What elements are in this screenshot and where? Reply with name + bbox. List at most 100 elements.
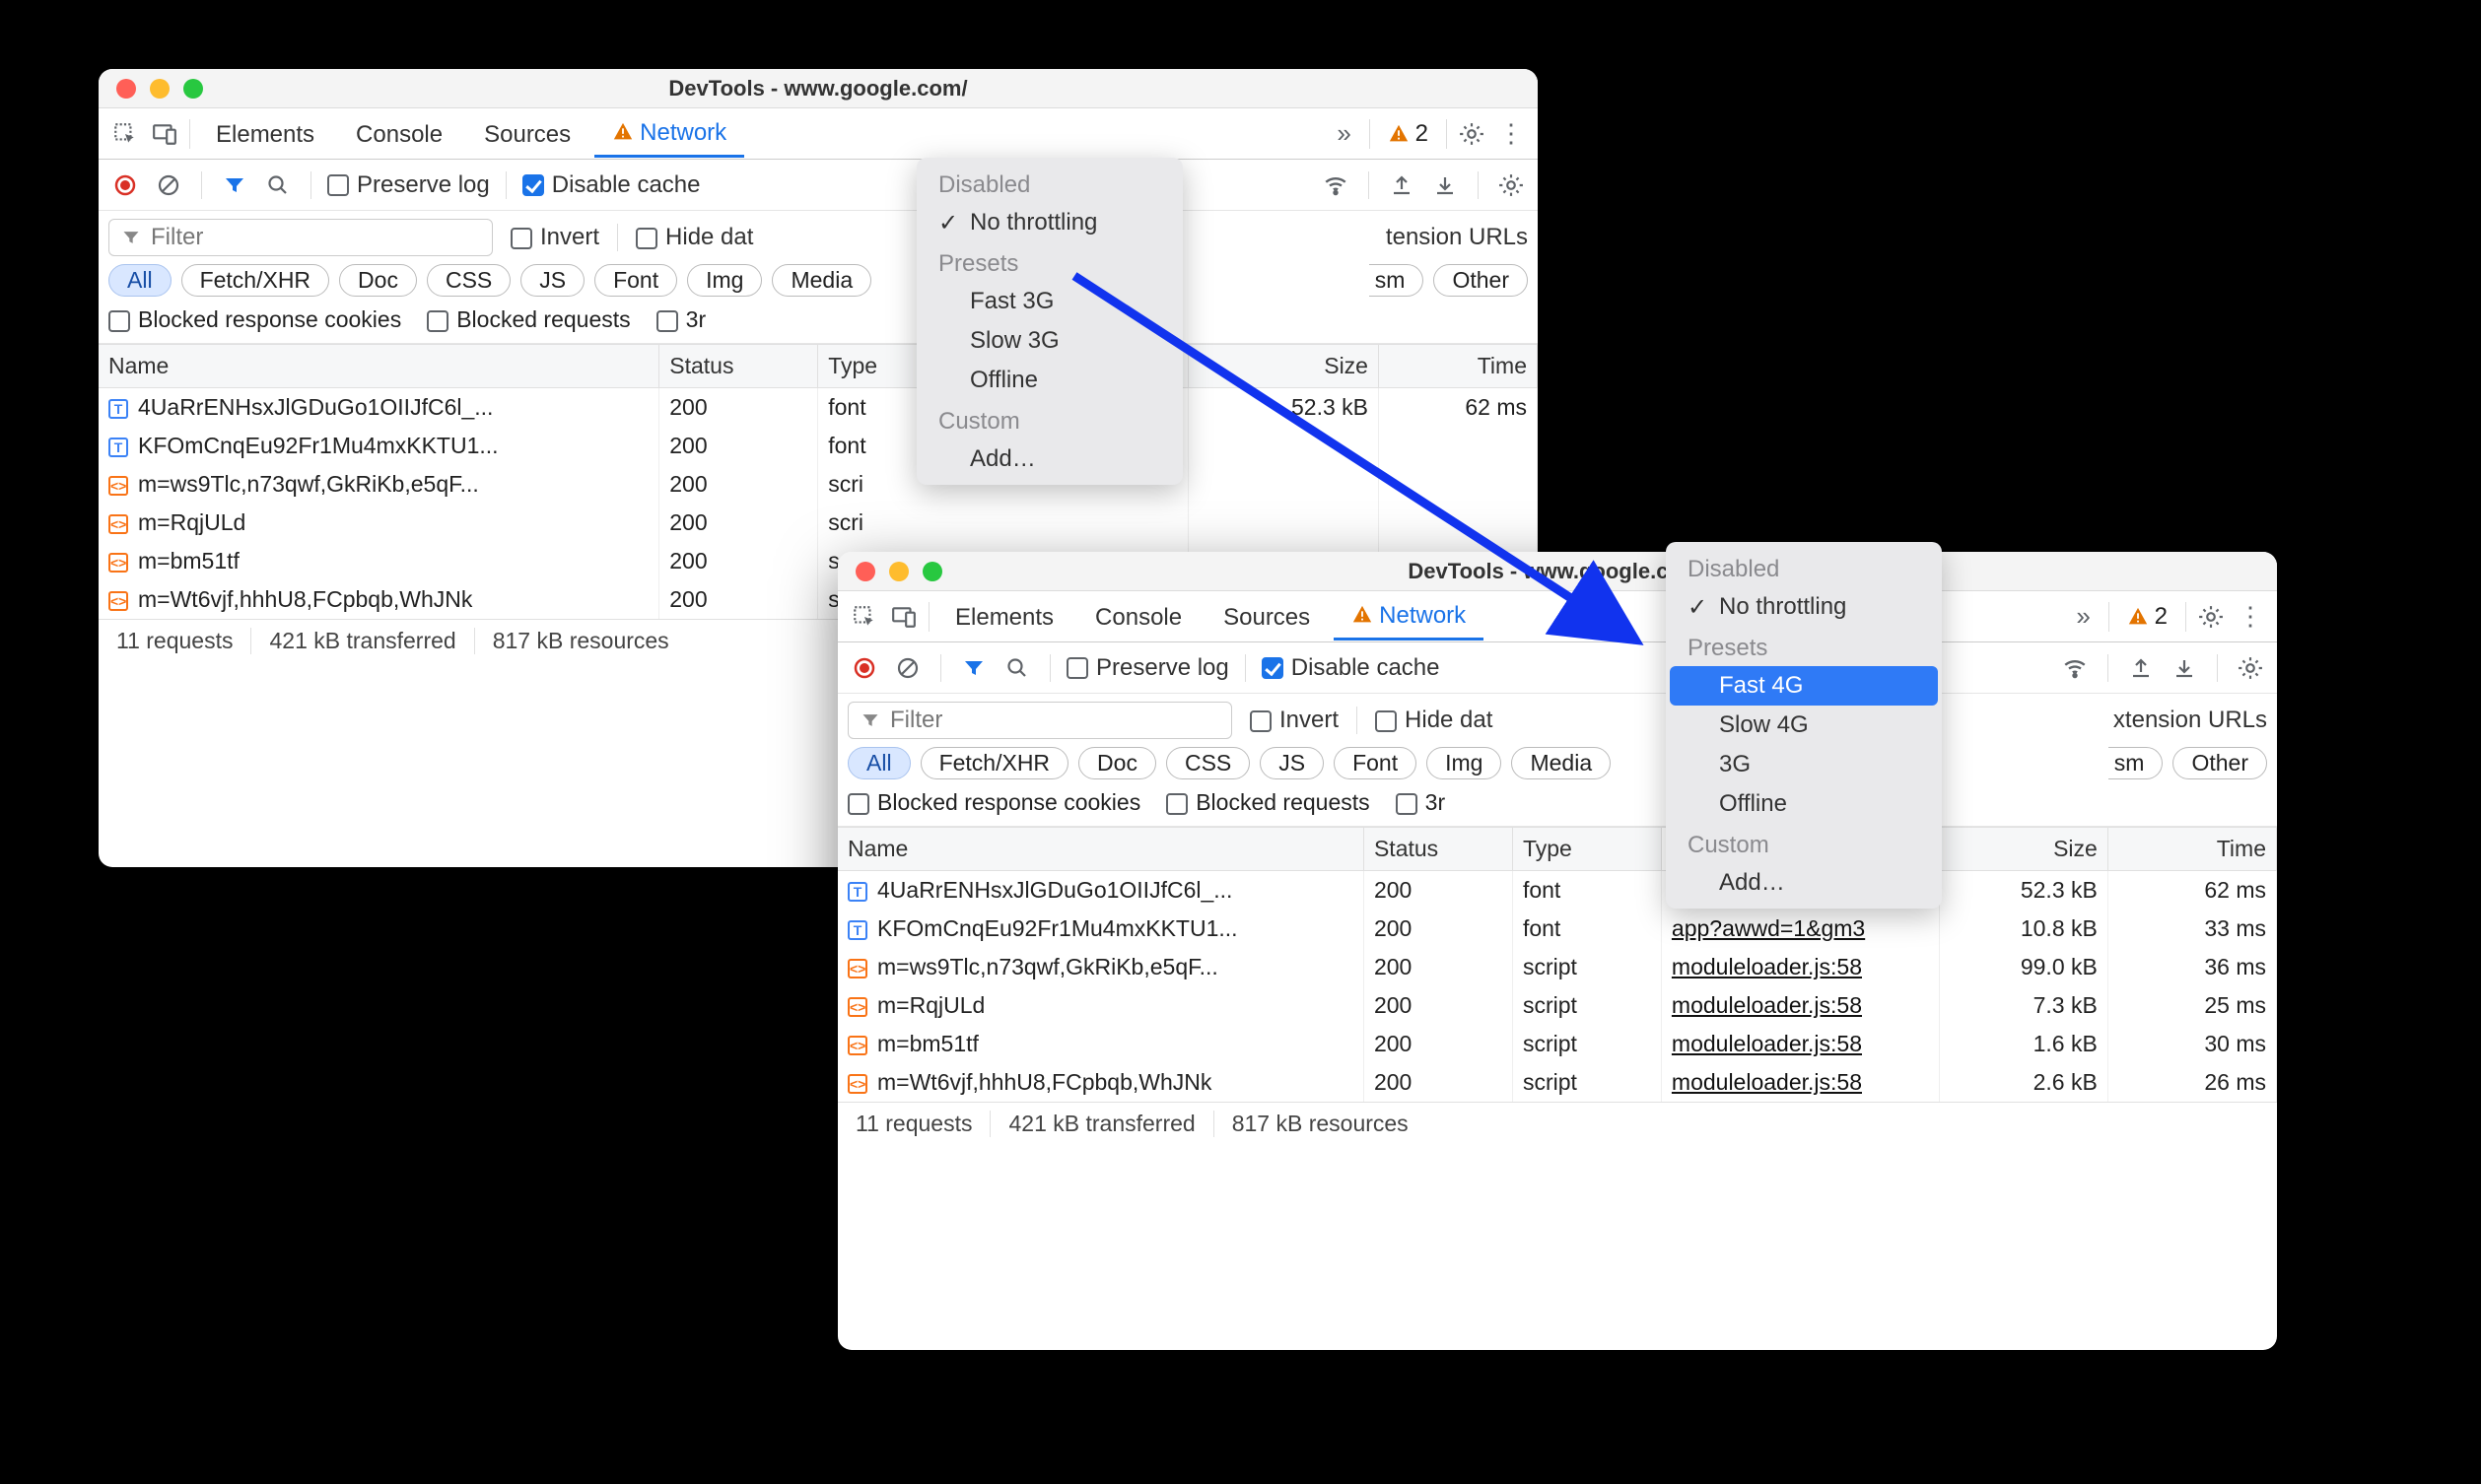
settings-icon[interactable] bbox=[2194, 600, 2228, 634]
minimize-button[interactable] bbox=[150, 79, 170, 99]
table-row[interactable]: TKFOmCnqEu92Fr1Mu4mxKKTU1...200fontapp?a… bbox=[838, 910, 2277, 948]
chip-img[interactable]: Img bbox=[687, 264, 762, 297]
tab-console[interactable]: Console bbox=[338, 111, 460, 157]
menu-item-slow3g[interactable]: Slow 3G bbox=[921, 321, 1179, 361]
device-toolbar-icon[interactable] bbox=[887, 600, 921, 634]
upload-icon[interactable] bbox=[2124, 651, 2158, 685]
invert-check[interactable]: Invert bbox=[511, 224, 599, 251]
search-icon[interactable] bbox=[261, 169, 295, 202]
filter-toggle-icon[interactable] bbox=[957, 651, 991, 685]
blocked-requests-check[interactable]: Blocked requests bbox=[427, 306, 630, 333]
initiator-link[interactable]: moduleloader.js:58 bbox=[1672, 1031, 1862, 1056]
table-row[interactable]: TKFOmCnqEu92Fr1Mu4mxKKTU1...200font bbox=[99, 427, 1538, 465]
menu-item-offline[interactable]: Offline bbox=[1670, 784, 1938, 824]
table-row[interactable]: <>m=ws9Tlc,n73qwf,GkRiKb,e5qF...200scri bbox=[99, 465, 1538, 504]
col-time[interactable]: Time bbox=[2107, 828, 2276, 871]
col-size[interactable]: Size bbox=[1188, 345, 1378, 388]
minimize-button[interactable] bbox=[889, 562, 909, 581]
wifi-icon[interactable] bbox=[2058, 651, 2092, 685]
clear-icon[interactable] bbox=[152, 169, 185, 202]
menu-item-fast4g[interactable]: Fast 4G bbox=[1670, 666, 1938, 706]
chip-media[interactable]: Media bbox=[1511, 747, 1611, 779]
clear-icon[interactable] bbox=[891, 651, 925, 685]
chip-img[interactable]: Img bbox=[1426, 747, 1501, 779]
download-icon[interactable] bbox=[1428, 169, 1462, 202]
menu-item-add[interactable]: Add… bbox=[921, 439, 1179, 479]
chip-font[interactable]: Font bbox=[594, 264, 677, 297]
maximize-button[interactable] bbox=[183, 79, 203, 99]
col-status[interactable]: Status bbox=[659, 345, 818, 388]
initiator-link[interactable]: moduleloader.js:58 bbox=[1672, 1069, 1862, 1095]
col-name[interactable]: Name bbox=[838, 828, 1363, 871]
tab-network[interactable]: Network bbox=[1334, 592, 1483, 641]
settings-icon[interactable] bbox=[1455, 117, 1488, 151]
tab-sources[interactable]: Sources bbox=[1206, 594, 1328, 640]
wifi-icon[interactable] bbox=[1319, 169, 1352, 202]
chip-doc[interactable]: Doc bbox=[339, 264, 417, 297]
invert-check[interactable]: Invert bbox=[1250, 707, 1339, 734]
table-row[interactable]: T4UaRrENHsxJlGDuGo1OIIJfC6l_...200font52… bbox=[99, 388, 1538, 428]
table-row[interactable]: <>m=bm51tf200scriptmoduleloader.js:581.6… bbox=[838, 1025, 2277, 1063]
kebab-menu-icon[interactable]: ⋮ bbox=[2234, 600, 2267, 634]
menu-item-slow4g[interactable]: Slow 4G bbox=[1670, 706, 1938, 745]
initiator-link[interactable]: moduleloader.js:58 bbox=[1672, 954, 1862, 979]
inspect-icon[interactable] bbox=[108, 117, 142, 151]
hide-data-urls-check[interactable]: Hide dat bbox=[1375, 707, 1492, 734]
menu-item-add[interactable]: Add… bbox=[1670, 863, 1938, 903]
table-row[interactable]: <>m=ws9Tlc,n73qwf,GkRiKb,e5qF...200scrip… bbox=[838, 948, 2277, 986]
menu-item-3g[interactable]: 3G bbox=[1670, 745, 1938, 784]
kebab-menu-icon[interactable]: ⋮ bbox=[1494, 117, 1528, 151]
tab-elements[interactable]: Elements bbox=[198, 111, 332, 157]
hide-data-urls-check[interactable]: Hide dat bbox=[636, 224, 753, 251]
col-time[interactable]: Time bbox=[1378, 345, 1537, 388]
table-row[interactable]: T4UaRrENHsxJlGDuGo1OIIJfC6l_...200fontap… bbox=[838, 871, 2277, 911]
table-row[interactable]: <>m=RqjULd200scri bbox=[99, 504, 1538, 542]
col-name[interactable]: Name bbox=[99, 345, 659, 388]
record-button[interactable] bbox=[108, 169, 142, 202]
preserve-log-check[interactable]: Preserve log bbox=[1067, 654, 1229, 682]
tab-sources[interactable]: Sources bbox=[466, 111, 588, 157]
menu-item-offline[interactable]: Offline bbox=[921, 361, 1179, 400]
chip-fetch[interactable]: Fetch/XHR bbox=[921, 747, 1068, 779]
table-row[interactable]: <>m=RqjULd200scriptmoduleloader.js:587.3… bbox=[838, 986, 2277, 1025]
filter-input[interactable]: Filter bbox=[848, 702, 1232, 739]
download-icon[interactable] bbox=[2168, 651, 2201, 685]
blocked-cookies-check[interactable]: Blocked response cookies bbox=[848, 789, 1140, 816]
tab-elements[interactable]: Elements bbox=[937, 594, 1071, 640]
third-party-check[interactable]: 3r bbox=[1396, 789, 1445, 816]
titlebar[interactable]: DevTools - www.google.com/ bbox=[838, 552, 2277, 591]
device-toolbar-icon[interactable] bbox=[148, 117, 181, 151]
initiator-link[interactable]: moduleloader.js:58 bbox=[1672, 992, 1862, 1018]
menu-item-no-throttling[interactable]: No throttling bbox=[1670, 587, 1938, 627]
chip-doc[interactable]: Doc bbox=[1078, 747, 1156, 779]
col-type[interactable]: Type bbox=[1512, 828, 1661, 871]
blocked-cookies-check[interactable]: Blocked response cookies bbox=[108, 306, 401, 333]
chip-media[interactable]: Media bbox=[772, 264, 871, 297]
col-size[interactable]: Size bbox=[1939, 828, 2107, 871]
filter-toggle-icon[interactable] bbox=[218, 169, 251, 202]
chip-css[interactable]: CSS bbox=[427, 264, 511, 297]
menu-item-fast3g[interactable]: Fast 3G bbox=[921, 282, 1179, 321]
chip-css[interactable]: CSS bbox=[1166, 747, 1250, 779]
search-icon[interactable] bbox=[1000, 651, 1034, 685]
network-settings-icon[interactable] bbox=[2234, 651, 2267, 685]
chip-sm-partial[interactable]: sm bbox=[1369, 264, 1424, 297]
close-button[interactable] bbox=[856, 562, 875, 581]
chip-js[interactable]: JS bbox=[1260, 747, 1324, 779]
chip-other[interactable]: Other bbox=[1433, 264, 1528, 297]
blocked-requests-check[interactable]: Blocked requests bbox=[1166, 789, 1369, 816]
third-party-check[interactable]: 3r bbox=[656, 306, 706, 333]
titlebar[interactable]: DevTools - www.google.com/ bbox=[99, 69, 1538, 108]
record-button[interactable] bbox=[848, 651, 881, 685]
disable-cache-check[interactable]: Disable cache bbox=[1262, 654, 1440, 682]
maximize-button[interactable] bbox=[923, 562, 942, 581]
throttling-menu-new[interactable]: Disabled No throttling Presets Fast 4G S… bbox=[1666, 542, 1942, 909]
initiator-link[interactable]: app?awwd=1&gm3 bbox=[1672, 915, 1865, 941]
filter-input[interactable]: Filter bbox=[108, 219, 493, 256]
inspect-icon[interactable] bbox=[848, 600, 881, 634]
chip-fetch[interactable]: Fetch/XHR bbox=[181, 264, 329, 297]
close-button[interactable] bbox=[116, 79, 136, 99]
warnings-badge[interactable]: 2 bbox=[1378, 120, 1438, 148]
chip-js[interactable]: JS bbox=[520, 264, 585, 297]
more-tabs-icon[interactable]: » bbox=[1328, 117, 1361, 151]
